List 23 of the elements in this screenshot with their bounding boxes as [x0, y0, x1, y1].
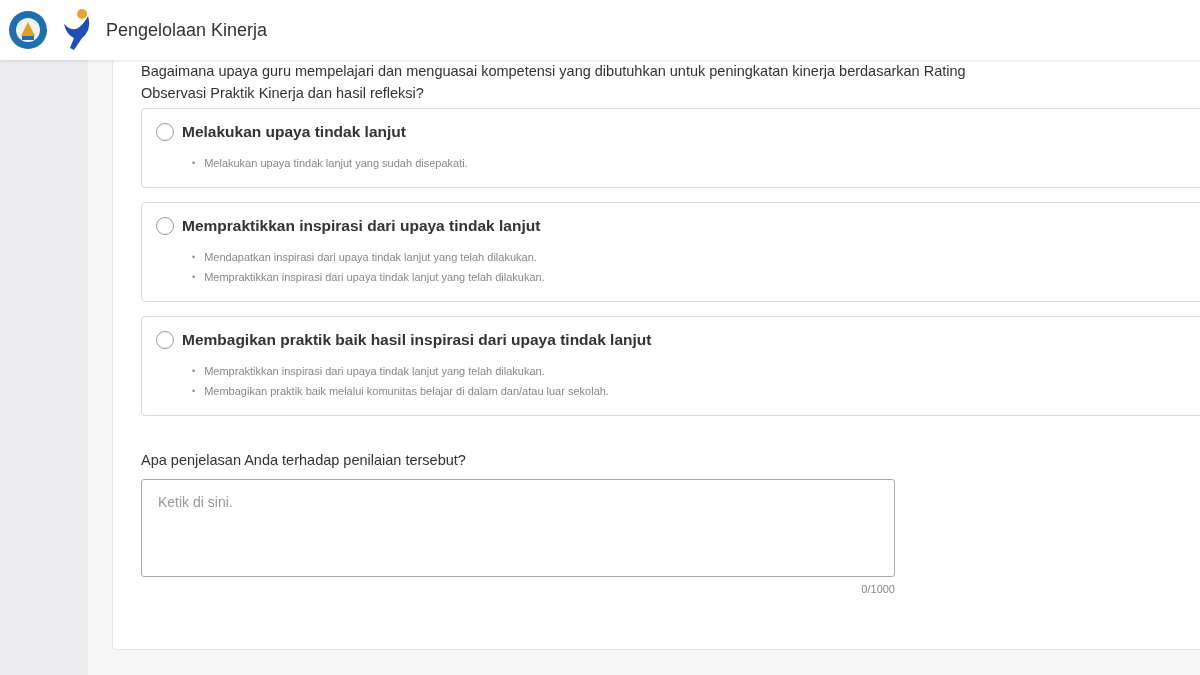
answer-option[interactable]: Mempraktikkan inspirasi dari upaya tindak lanjut • Mendapatkan inspirasi dari upaya tindak lanjut yang telah dilakukan. • Mempraktikkan inspirasi dari upaya tindak lanjut yang telah dilakukan.	[141, 202, 1200, 302]
answer-option[interactable]	[141, 316, 1200, 416]
app-title: Pengelolaan Kinerja	[106, 19, 268, 41]
bullet: •	[192, 157, 196, 170]
option-description: Membagikan praktik baik melalui komunitas belajar di dalam dan/atau luar sekolah.	[204, 384, 609, 399]
question-text: Bagaimana upaya guru mempelajari dan menguasai kompetensi yang dibutuhkan untuk peningkatan kinerja berdasarkan Rating Observasi Praktik Kinerja dan hasil refleksi?	[141, 62, 967, 103]
option-description: Mempraktikkan inspirasi dari upaya tindak lanjut yang telah dilakukan.	[204, 270, 545, 285]
bullet: •	[192, 385, 196, 398]
option-label: Mempraktikkan inspirasi dari upaya tindak lanjut	[182, 217, 541, 235]
bullet: •	[192, 251, 196, 264]
option-label: Melakukan upaya tindak lanjut	[182, 123, 406, 141]
answer-option[interactable]: Melakukan upaya tindak lanjut • Melakukan upaya tindak lanjut yang sudah disepakati.	[141, 108, 1200, 188]
figure-logo-icon	[62, 8, 92, 52]
bullet: •	[192, 365, 196, 378]
option-description: Melakukan upaya tindak lanjut yang sudah disepakati.	[204, 156, 468, 171]
bullet: •	[192, 271, 196, 284]
option-label: Membagikan praktik baik hasil inspirasi dari upaya tindak lanjut	[182, 331, 652, 349]
option-description: Mendapatkan inspirasi dari upaya tindak lanjut yang telah dilakukan.	[204, 250, 537, 265]
explanation-label: Apa penjelasan Anda terhadap penilaian tersebut?	[141, 452, 467, 468]
emblem-logo-icon	[8, 10, 48, 50]
option-description: Mempraktikkan inspirasi dari upaya tindak lanjut yang telah dilakukan.	[204, 364, 545, 379]
character-counter: 0/1000	[860, 583, 895, 595]
explanation-field[interactable]: Ketik di sini.	[141, 479, 895, 577]
